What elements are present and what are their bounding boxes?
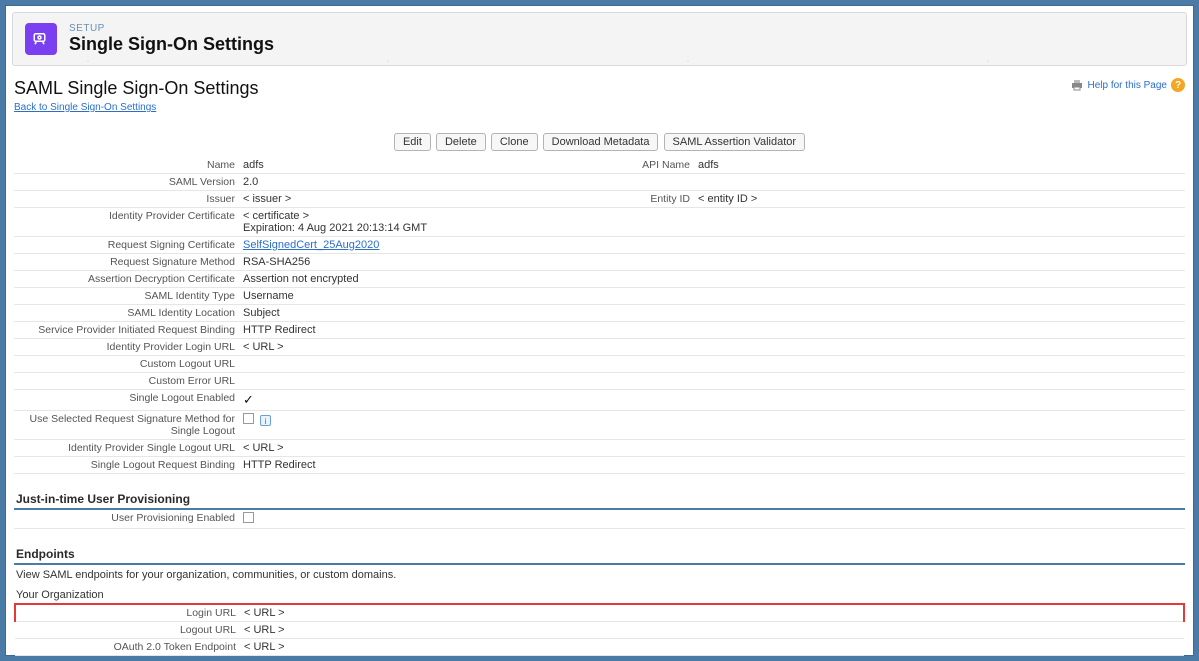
unchecked-checkbox-icon (243, 512, 254, 523)
help-icon: ? (1171, 78, 1185, 92)
name-value: adfs (239, 157, 549, 174)
req-sign-method-label: Request Signature Method (14, 254, 239, 271)
idp-cert-label: Identity Provider Certificate (14, 208, 239, 237)
logout-url-label: Logout URL (15, 622, 240, 639)
download-metadata-button[interactable]: Download Metadata (543, 133, 659, 151)
help-for-this-page-link[interactable]: Help for this Page ? (1070, 78, 1186, 92)
sp-binding-value: HTTP Redirect (239, 322, 1185, 339)
req-sign-method-value: RSA-SHA256 (239, 254, 1185, 271)
single-logout-binding-value: HTTP Redirect (239, 457, 1185, 474)
jit-section-heading: Just-in-time User Provisioning (14, 488, 1185, 510)
endpoints-section-heading: Endpoints (14, 543, 1185, 565)
saml-id-type-label: SAML Identity Type (14, 288, 239, 305)
header-eyebrow: SETUP (69, 23, 274, 34)
sp-binding-label: Service Provider Initiated Request Bindi… (14, 322, 239, 339)
page-title: SAML Single Sign-On Settings (14, 78, 258, 99)
use-selected-rsm-label: Use Selected Request Signature Method fo… (14, 411, 239, 440)
back-to-sso-settings-link[interactable]: Back to Single Sign-On Settings (14, 102, 156, 113)
entity-id-value: < entity ID > (694, 191, 1185, 208)
clone-button[interactable]: Clone (491, 133, 538, 151)
single-logout-binding-label: Single Logout Request Binding (14, 457, 239, 474)
single-logout-enabled-label: Single Logout Enabled (14, 390, 239, 411)
endpoints-table: Login URL < URL > Logout URL < URL > OAu… (14, 603, 1185, 656)
sso-header-icon (25, 23, 57, 55)
assert-decrypt-label: Assertion Decryption Certificate (14, 271, 239, 288)
user-provisioning-enabled-label: User Provisioning Enabled (14, 510, 239, 529)
jit-table: User Provisioning Enabled (14, 510, 1185, 529)
your-organization-heading: Your Organization (14, 585, 1185, 603)
use-selected-rsm-value: i (239, 411, 1185, 440)
action-buttons-top: Edit Delete Clone Download Metadata SAML… (14, 133, 1185, 151)
oauth-endpoint-label: OAuth 2.0 Token Endpoint (15, 639, 240, 656)
setup-page-header: SETUP Single Sign-On Settings (12, 12, 1187, 66)
endpoints-description: View SAML endpoints for your organizatio… (14, 565, 1185, 585)
custom-error-url-value (239, 373, 1185, 390)
custom-logout-url-label: Custom Logout URL (14, 356, 239, 373)
issuer-label: Issuer (14, 191, 239, 208)
logout-url-value: < URL > (240, 622, 1184, 639)
saml-id-type-value: Username (239, 288, 1185, 305)
assert-decrypt-value: Assertion not encrypted (239, 271, 1185, 288)
login-url-label: Login URL (15, 604, 240, 622)
saml-config-details: Name adfs API Name adfs SAML Version 2.0… (14, 157, 1185, 474)
issuer-value: < issuer > (239, 191, 549, 208)
login-url-row-highlighted: Login URL < URL > (15, 604, 1184, 622)
saml-version-value: 2.0 (239, 174, 1185, 191)
entity-id-label: Entity ID (549, 191, 694, 208)
req-sign-cert-label: Request Signing Certificate (14, 237, 239, 254)
req-sign-cert-link[interactable]: SelfSignedCert_25Aug2020 (243, 239, 379, 251)
edit-button[interactable]: Edit (394, 133, 431, 151)
api-name-value: adfs (694, 157, 1185, 174)
delete-button[interactable]: Delete (436, 133, 486, 151)
user-provisioning-enabled-value (239, 510, 1185, 529)
saml-id-loc-label: SAML Identity Location (14, 305, 239, 322)
idp-single-logout-url-label: Identity Provider Single Logout URL (14, 440, 239, 457)
single-logout-enabled-value: ✓ (239, 390, 1185, 411)
oauth-endpoint-value: < URL > (240, 639, 1184, 656)
help-link-text: Help for this Page (1088, 80, 1168, 91)
unchecked-checkbox-icon (243, 413, 254, 424)
saml-id-loc-value: Subject (239, 305, 1185, 322)
printer-icon (1070, 79, 1084, 91)
header-title: Single Sign-On Settings (69, 34, 274, 55)
info-icon[interactable]: i (260, 415, 271, 426)
custom-logout-url-value (239, 356, 1185, 373)
custom-error-url-label: Custom Error URL (14, 373, 239, 390)
idp-login-url-label: Identity Provider Login URL (14, 339, 239, 356)
saml-version-label: SAML Version (14, 174, 239, 191)
idp-login-url-value: < URL > (239, 339, 1185, 356)
api-name-label: API Name (549, 157, 694, 174)
name-label: Name (14, 157, 239, 174)
idp-single-logout-url-value: < URL > (239, 440, 1185, 457)
idp-cert-value: < certificate > Expiration: 4 Aug 2021 2… (239, 208, 1185, 237)
saml-assertion-validator-button[interactable]: SAML Assertion Validator (664, 133, 806, 151)
login-url-value: < URL > (240, 604, 1184, 622)
